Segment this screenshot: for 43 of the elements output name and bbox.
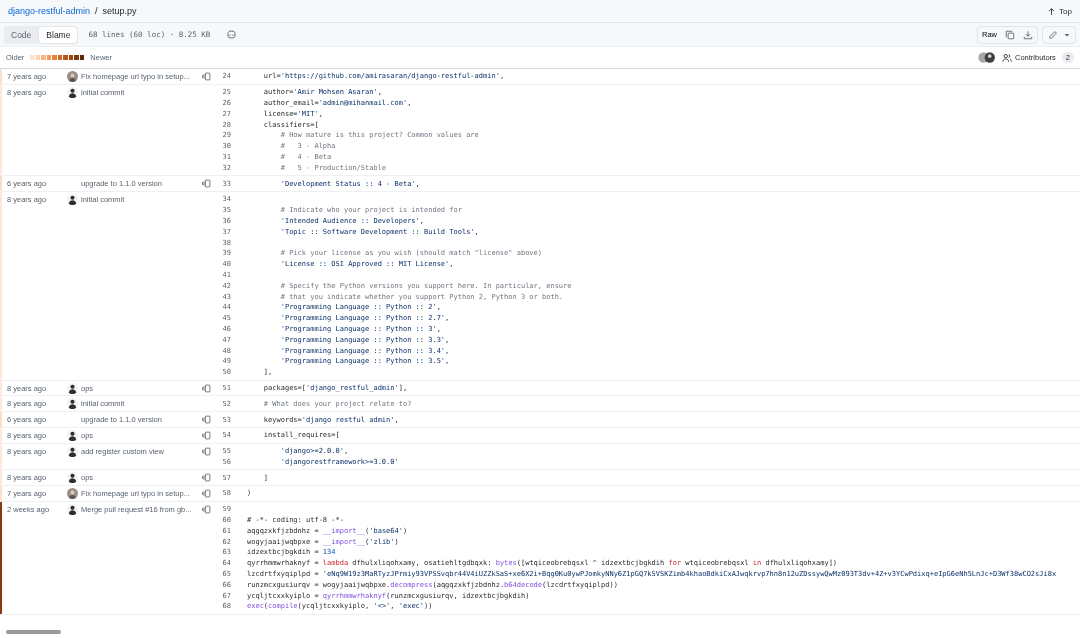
reblame-button[interactable] bbox=[201, 503, 212, 515]
reblame-button[interactable] bbox=[201, 178, 212, 190]
avatar-stack-icon bbox=[977, 52, 996, 63]
repository-link[interactable]: django-restful-admin bbox=[8, 6, 91, 16]
view-tab[interactable]: Blame bbox=[38, 25, 79, 44]
avatar-icon bbox=[67, 86, 78, 98]
avatar-icon bbox=[67, 445, 78, 457]
versions-icon bbox=[202, 383, 211, 393]
versions-icon bbox=[202, 446, 211, 456]
versions-icon bbox=[202, 415, 211, 425]
edit-button[interactable] bbox=[1042, 25, 1076, 44]
view-tab[interactable]: Code bbox=[4, 25, 39, 44]
avatar-icon bbox=[67, 71, 78, 82]
avatar-icon bbox=[67, 472, 78, 484]
avatar-icon bbox=[67, 398, 78, 410]
versions-icon bbox=[202, 179, 211, 189]
avatar-icon bbox=[67, 193, 78, 205]
top-link[interactable]: Top bbox=[1047, 6, 1072, 16]
versions-icon bbox=[202, 473, 211, 483]
caret-icon bbox=[1064, 31, 1070, 38]
file-name: setup.py bbox=[102, 6, 137, 16]
avatar-icon bbox=[67, 429, 78, 441]
path-separator: / bbox=[95, 6, 98, 16]
reblame-button[interactable] bbox=[201, 382, 212, 394]
reblame-button[interactable] bbox=[201, 488, 212, 500]
pencil-icon bbox=[1048, 29, 1058, 40]
versions-icon bbox=[202, 72, 211, 81]
versions-icon bbox=[202, 504, 211, 514]
reblame-button[interactable] bbox=[201, 71, 212, 82]
reblame-button[interactable] bbox=[201, 445, 212, 457]
robot-icon bbox=[226, 29, 238, 40]
people-icon bbox=[1001, 52, 1012, 63]
versions-icon bbox=[202, 430, 211, 440]
arrow-up-icon bbox=[1047, 6, 1057, 16]
download-icon bbox=[1023, 29, 1033, 40]
copy-icon bbox=[1005, 29, 1015, 40]
avatar-icon bbox=[67, 503, 78, 515]
reblame-button[interactable] bbox=[201, 414, 212, 426]
reblame-button[interactable] bbox=[201, 429, 212, 441]
versions-icon bbox=[202, 489, 211, 499]
avatar-icon bbox=[67, 488, 78, 500]
scrollbar-thumb[interactable] bbox=[6, 630, 61, 634]
reblame-button[interactable] bbox=[201, 472, 212, 484]
